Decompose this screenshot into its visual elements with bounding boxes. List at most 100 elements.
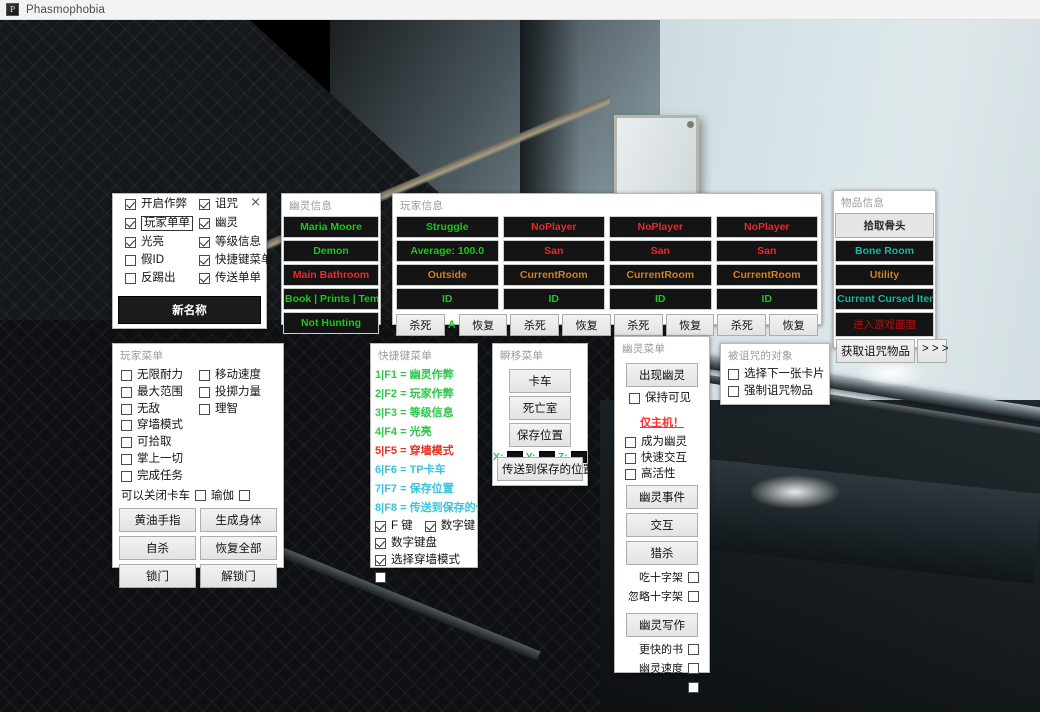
spawn-ghost-button[interactable]: 出现幽灵 <box>626 363 698 387</box>
ghost-writing-button[interactable]: 幽灵写作 <box>626 613 698 637</box>
player-info-columns: Struggle Average: 100.0 Outside ID NoPla… <box>393 216 821 312</box>
kill-player-button[interactable]: 杀死 <box>717 314 766 336</box>
checkbox-force-cursed-item[interactable]: 强制诅咒物品 <box>728 385 829 398</box>
spawn-body-button[interactable]: 生成身体 <box>200 508 277 532</box>
pick-bone-button[interactable]: 拾取骨头 <box>835 213 934 238</box>
checkbox-icon[interactable] <box>121 387 132 398</box>
checkbox-icon[interactable] <box>125 218 136 229</box>
checkbox-icon[interactable] <box>625 453 636 464</box>
checkbox-pickup-all[interactable]: 可拾取 <box>121 436 283 449</box>
checkbox-icon[interactable] <box>199 273 210 284</box>
checkbox-icon[interactable] <box>121 471 132 482</box>
checkbox-icon[interactable] <box>121 454 132 465</box>
hotkey-f5: 5|F5 = 穿墙模式 <box>371 442 477 461</box>
checkbox-f-keys[interactable]: F 键 <box>375 520 413 533</box>
revive-player-button[interactable]: 恢复 <box>769 314 818 336</box>
checkbox-level-info[interactable]: 等级信息 <box>199 236 275 249</box>
checkbox-teleport-menu[interactable]: 传送单单 <box>199 272 275 285</box>
checkbox-icon[interactable] <box>199 237 210 248</box>
checkbox-numpad[interactable]: 数字键盘 <box>375 537 477 550</box>
checkbox-number-keys[interactable]: 数字键 <box>425 520 476 533</box>
checkbox-icon[interactable] <box>239 490 250 501</box>
checkbox-select-next-card[interactable]: 选择下一张卡片 <box>728 368 829 381</box>
checkbox-icon[interactable] <box>375 555 386 566</box>
checkbox-activate-sound[interactable]: 激活声音 <box>375 571 477 584</box>
ghost-interact-button[interactable]: 交互 <box>626 513 698 537</box>
checkbox-icon[interactable] <box>688 663 699 674</box>
suicide-button[interactable]: 自杀 <box>119 536 196 560</box>
checkbox-icon[interactable] <box>728 369 739 380</box>
checkbox-max-range[interactable]: 最大范围 <box>121 386 199 399</box>
checkbox-fast-interaction[interactable]: 快速交互 <box>625 452 709 465</box>
checkbox-icon[interactable] <box>688 572 699 583</box>
new-name-button[interactable]: 新名称 <box>118 296 261 324</box>
ghost-menu-checkboxes: 成为幽灵 快速交互 高活性 <box>615 436 709 481</box>
checkbox-noclip[interactable]: 穿墙模式 <box>121 419 283 432</box>
checkbox-complete-tasks[interactable]: 完成任务 <box>121 470 283 483</box>
checkbox-icon[interactable] <box>121 370 132 381</box>
checkbox-icon[interactable] <box>375 538 386 549</box>
checkbox-icon[interactable] <box>199 387 210 398</box>
checkbox-icon[interactable] <box>199 218 210 229</box>
checkbox-brightness[interactable]: 光亮 <box>125 236 199 249</box>
checkbox-icon[interactable] <box>199 255 210 266</box>
checkbox-icon[interactable] <box>375 521 386 532</box>
checkbox-icon[interactable] <box>629 393 640 404</box>
checkbox-high-activity[interactable]: 高活性 <box>625 468 709 481</box>
checkbox-invincible[interactable]: 无敌 <box>121 403 199 416</box>
checkbox-icon[interactable] <box>125 237 136 248</box>
checkbox-icon[interactable] <box>125 199 136 210</box>
checkbox-icon[interactable] <box>625 437 636 448</box>
ghost-hunt-button[interactable]: 猎杀 <box>626 541 698 565</box>
checkbox-icon[interactable] <box>375 572 386 583</box>
revive-player-button[interactable]: 恢复 <box>666 314 715 336</box>
checkbox-ghost[interactable]: 幽灵 <box>199 216 275 231</box>
checkbox-icon[interactable] <box>728 386 739 397</box>
save-position-button[interactable]: 保存位置 <box>509 423 571 447</box>
checkbox-icon[interactable] <box>688 591 699 602</box>
checkbox-icon[interactable] <box>125 255 136 266</box>
checkbox-icon[interactable] <box>625 469 636 480</box>
checkbox-anti-kick[interactable]: 反踢出 <box>125 272 199 285</box>
checkbox-enable-cheats[interactable]: 开启作弊 <box>125 198 199 211</box>
teleport-truck-button[interactable]: 卡车 <box>509 369 571 393</box>
checkbox-icon[interactable] <box>199 199 210 210</box>
revive-player-button[interactable]: 恢复 <box>562 314 611 336</box>
get-cursed-item-button[interactable]: 获取诅咒物品 <box>836 339 915 363</box>
next-item-button[interactable]: > > > <box>917 339 947 363</box>
kill-player-button[interactable]: 杀死 <box>614 314 663 336</box>
checkbox-icon[interactable] <box>121 404 132 415</box>
revive-player-button[interactable]: 恢复 <box>459 314 508 336</box>
checkbox-player-menu[interactable]: 玩家单单 <box>125 216 199 231</box>
checkbox-grab-everything[interactable]: 掌上一切 <box>121 453 283 466</box>
checkbox-icon[interactable] <box>199 404 210 415</box>
checkbox-icon[interactable] <box>425 521 436 532</box>
checkbox-keep-visible[interactable]: 保持可见 <box>629 392 691 405</box>
checkbox-icon[interactable] <box>121 420 132 431</box>
teleport-death-room-button[interactable]: 死亡室 <box>509 396 571 420</box>
checkbox-fake-id[interactable]: 假ID <box>125 254 199 267</box>
checkbox-select-noclip-mode[interactable]: 选择穿墙模式 <box>375 554 477 567</box>
revive-all-button[interactable]: 恢复全部 <box>200 536 277 560</box>
close-icon[interactable]: × <box>250 196 261 209</box>
checkbox-icon[interactable] <box>121 437 132 448</box>
teleport-to-saved-position-button[interactable]: 传送到保存的位置 <box>497 457 583 481</box>
checkbox-throw-power[interactable]: 投掷力量 <box>199 386 281 399</box>
checkbox-hotkey-menu[interactable]: 快捷键菜单 <box>199 254 275 267</box>
checkbox-icon[interactable] <box>199 370 210 381</box>
checkbox-move-speed[interactable]: 移动速度 <box>199 369 281 382</box>
checkbox-icon[interactable] <box>688 644 699 655</box>
checkbox-infinite-stamina[interactable]: 无限耐力 <box>121 369 199 382</box>
lock-doors-button[interactable]: 锁门 <box>119 564 196 588</box>
checkbox-curse[interactable]: 诅咒 <box>199 198 275 211</box>
kill-player-button[interactable]: 杀死 <box>510 314 559 336</box>
checkbox-icon[interactable] <box>688 682 699 693</box>
kill-player-button[interactable]: 杀死 <box>396 314 445 336</box>
checkbox-become-ghost[interactable]: 成为幽灵 <box>625 436 709 449</box>
ghost-event-button[interactable]: 幽灵事件 <box>626 485 698 509</box>
checkbox-icon[interactable] <box>195 490 206 501</box>
checkbox-sanity[interactable]: 理智 <box>199 403 281 416</box>
checkbox-icon[interactable] <box>125 273 136 284</box>
butter-fingers-button[interactable]: 黄油手指 <box>119 508 196 532</box>
unlock-doors-button[interactable]: 解锁门 <box>200 564 277 588</box>
